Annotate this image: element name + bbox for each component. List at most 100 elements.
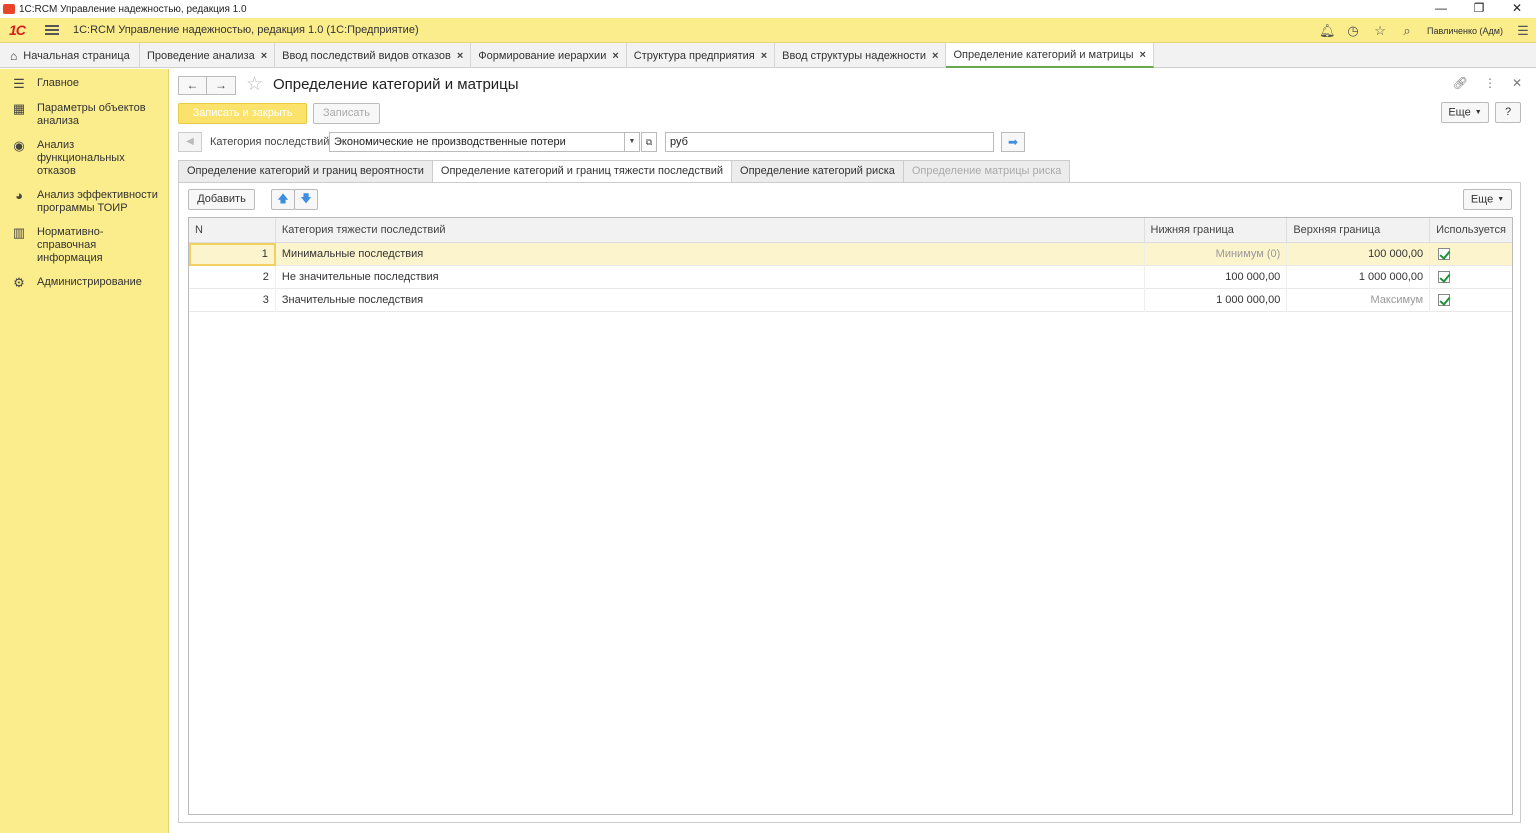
tab-hierarchy[interactable]: Формирование иерархии ×	[471, 43, 627, 68]
page-title: Определение категорий и матрицы	[273, 76, 519, 93]
row-upper[interactable]: 1 000 000,00	[1287, 266, 1431, 289]
eye-icon: ◉	[13, 138, 25, 153]
sidebar-item-object-params[interactable]: ▦ Параметры объектов анализа	[0, 102, 168, 128]
more-vertical-icon[interactable]: ⋮	[1484, 76, 1496, 90]
tab-reliability-structure[interactable]: Ввод структуры надежности ×	[775, 43, 947, 68]
column-header-upper[interactable]: Верхняя граница	[1287, 218, 1431, 243]
maximize-button[interactable]: ❐	[1460, 0, 1498, 18]
table-row[interactable]: 2 Не значительные последствия 100 000,00…	[189, 266, 1512, 289]
row-category[interactable]: Минимальные последствия	[276, 243, 1145, 266]
tab-categories-matrix[interactable]: Определение категорий и матрицы ×	[946, 43, 1154, 68]
column-header-category[interactable]: Категория тяжести последствий	[276, 218, 1145, 243]
close-tab-icon[interactable]: ×	[761, 50, 767, 62]
checkbox-checked-icon[interactable]	[1438, 294, 1451, 307]
star-icon[interactable]: ☆	[1373, 23, 1387, 39]
app-header: 1С 1С:RCM Управление надежностью, редакц…	[0, 18, 1536, 43]
user-name[interactable]: Павличенко (Адм)	[1427, 26, 1503, 36]
app-icon	[3, 4, 15, 14]
row-number[interactable]: 2	[189, 266, 276, 289]
help-button[interactable]: ?	[1495, 102, 1521, 123]
sidebar-item-reference-info[interactable]: ▥ Нормативно-справочная информация	[0, 226, 168, 265]
tab-panel: Добавить 🡅 🡇 Еще ▼ N Категория тяжести по…	[178, 182, 1521, 823]
sidebar-item-main[interactable]: ☰ Главное	[0, 77, 168, 91]
row-upper[interactable]: Максимум	[1287, 289, 1431, 312]
row-category[interactable]: Значительные последствия	[276, 289, 1145, 312]
tab-analysis[interactable]: Проведение анализа ×	[140, 43, 276, 68]
tab-probability-categories[interactable]: Определение категорий и границ вероятнос…	[178, 160, 433, 183]
save-button[interactable]: Записать	[313, 103, 380, 124]
link-icon[interactable]: 🔗︎	[1453, 76, 1468, 90]
row-lower[interactable]: Минимум (0)	[1145, 243, 1288, 266]
form-area: ← → ☆ Определение категорий и матрицы 🔗︎…	[170, 69, 1536, 833]
row-lower[interactable]: 1 000 000,00	[1145, 289, 1288, 312]
sidebar-item-maintenance-efficiency[interactable]: ◕ Анализ эффективности программы ТОИР	[0, 189, 168, 215]
close-icon[interactable]: ✕	[1512, 76, 1522, 90]
row-category[interactable]: Не значительные последствия	[276, 266, 1145, 289]
search-icon[interactable]: ⌕	[1400, 23, 1414, 39]
form-tabs: Определение категорий и границ вероятнос…	[178, 160, 1071, 183]
minimize-button[interactable]: —	[1422, 0, 1460, 18]
table-row[interactable]: 3 Значительные последствия 1 000 000,00 …	[189, 289, 1512, 312]
history-icon[interactable]: ◷	[1346, 23, 1360, 39]
table-row[interactable]: 1 Минимальные последствия Минимум (0) 10…	[189, 243, 1512, 266]
window-controls: — ❐ ✕	[1422, 0, 1536, 18]
move-down-button[interactable]: 🡇	[294, 189, 318, 210]
grid-icon: ▦	[12, 101, 26, 116]
menu-icon[interactable]	[45, 25, 59, 35]
sidebar-item-functional-failures[interactable]: ◉ Анализ функциональных отказов	[0, 139, 168, 178]
form-window-tools: 🔗︎ ⋮ ✕	[1453, 76, 1522, 90]
save-and-close-button[interactable]: Записать и закрыть	[178, 103, 307, 124]
category-label: Категория последствий:	[210, 136, 333, 148]
severity-table: N Категория тяжести последствий Нижняя г…	[188, 217, 1513, 815]
row-number[interactable]: 3	[189, 289, 276, 312]
row-used[interactable]	[1430, 243, 1512, 266]
forward-button[interactable]: →	[207, 76, 236, 95]
header-tools: 🔔︎ ◷ ☆ ⌕ Павличенко (Адм) ☰	[1319, 18, 1530, 43]
tab-severity-categories[interactable]: Определение категорий и границ тяжести п…	[431, 160, 733, 183]
tab-risk-categories[interactable]: Определение категорий риска	[731, 160, 904, 183]
more-button[interactable]: Еще ▼	[1441, 102, 1489, 123]
settings-menu-icon[interactable]: ☰	[1516, 23, 1530, 39]
close-tab-icon[interactable]: ×	[261, 50, 267, 62]
close-window-button[interactable]: ✕	[1498, 0, 1536, 18]
next-category-button[interactable]: ➡	[1001, 132, 1025, 152]
close-tab-icon[interactable]: ×	[612, 50, 618, 62]
tab-failure-effects[interactable]: Ввод последствий видов отказов ×	[275, 43, 472, 68]
caret-down-icon: ▼	[1497, 196, 1505, 203]
prev-category-button[interactable]: ◀	[178, 132, 202, 152]
row-lower[interactable]: 100 000,00	[1145, 266, 1288, 289]
unit-input[interactable]: руб	[665, 132, 994, 152]
add-button[interactable]: Добавить	[188, 189, 255, 210]
open-icon[interactable]: ⧉	[641, 132, 657, 152]
row-number[interactable]: 1	[189, 243, 276, 266]
favorite-star-icon[interactable]: ☆	[246, 73, 263, 96]
tab-risk-matrix[interactable]: Определение матрицы риска	[902, 160, 1071, 183]
books-icon: ▥	[12, 225, 26, 240]
checkbox-checked-icon[interactable]	[1438, 271, 1451, 284]
row-used[interactable]	[1430, 266, 1512, 289]
close-tab-icon[interactable]: ×	[932, 50, 938, 62]
column-header-n[interactable]: N	[189, 218, 276, 243]
gear-icon: ⚙	[13, 275, 25, 290]
column-header-used[interactable]: Используется	[1430, 218, 1512, 243]
table-header: N Категория тяжести последствий Нижняя г…	[189, 218, 1512, 243]
logo: 1С	[9, 22, 26, 38]
move-up-button[interactable]: 🡅	[271, 189, 295, 210]
category-input[interactable]: Экономические не производственные потери	[329, 132, 625, 152]
app-title: 1С:RCM Управление надежностью, редакция …	[73, 24, 419, 36]
row-used[interactable]	[1430, 289, 1512, 312]
checkbox-checked-icon[interactable]	[1438, 248, 1451, 261]
list-icon: ☰	[13, 76, 25, 91]
bell-icon[interactable]: 🔔︎	[1319, 23, 1336, 39]
back-button[interactable]: ←	[178, 76, 207, 95]
column-header-lower[interactable]: Нижняя граница	[1145, 218, 1288, 243]
caret-down-icon: ▼	[1474, 109, 1482, 116]
category-dropdown-icon[interactable]: ▼	[624, 132, 640, 152]
close-tab-icon[interactable]: ×	[457, 50, 463, 62]
close-tab-icon[interactable]: ×	[1140, 49, 1146, 61]
table-more-button[interactable]: Еще ▼	[1463, 189, 1512, 210]
tab-home[interactable]: ⌂ Начальная страница	[0, 43, 140, 68]
tab-enterprise-structure[interactable]: Структура предприятия ×	[627, 43, 776, 68]
sidebar-item-administration[interactable]: ⚙ Администрирование	[0, 276, 168, 290]
row-upper[interactable]: 100 000,00	[1287, 243, 1431, 266]
